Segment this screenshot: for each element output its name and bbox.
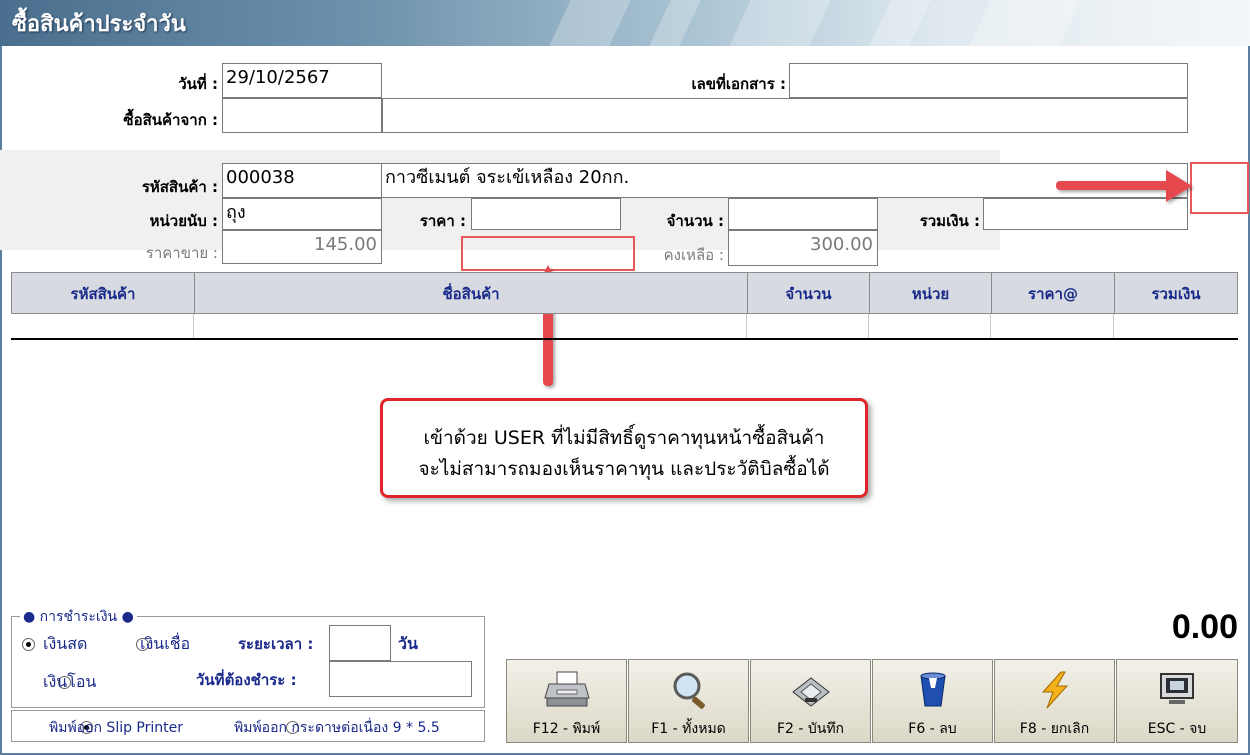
save-button-label: F2 - บันทึก: [776, 721, 845, 737]
trash-icon: [873, 670, 992, 718]
col-total[interactable]: รวมเงิน: [1115, 273, 1237, 313]
due-date-field[interactable]: [329, 661, 472, 697]
payment-legend: ● การชำระเงิน ●: [20, 606, 137, 628]
save-button[interactable]: F2 - บันทึก: [750, 659, 871, 743]
slip-printer-label[interactable]: พิมพ์ออก Slip Printer: [49, 717, 183, 739]
table-row[interactable]: [11, 314, 1238, 340]
cash-radio[interactable]: [22, 638, 35, 651]
monitor-icon: [1117, 670, 1237, 718]
due-date-label: วันที่ต้องชำระ :: [196, 671, 297, 689]
arrow-right-head: [1166, 170, 1192, 202]
warning-callout: เข้าด้วย USER ที่ไม่มีสิทธิ์ดูราคาทุนหน้…: [380, 398, 868, 498]
col-code[interactable]: รหัสสินค้า: [12, 273, 195, 313]
grand-total: 0.00: [1171, 608, 1238, 646]
delete-button-label: F6 - ลบ: [908, 721, 957, 737]
credit-label[interactable]: เงินเชื่อ: [140, 632, 190, 657]
period-field[interactable]: [329, 625, 391, 661]
disk-icon: [751, 670, 870, 718]
col-qty[interactable]: จำนวน: [748, 273, 870, 313]
delete-button[interactable]: F6 - ลบ: [872, 659, 993, 743]
exit-button-label: ESC - จบ: [1147, 721, 1207, 737]
period-unit: วัน: [398, 634, 418, 653]
period-label: ระยะเวลา :: [238, 635, 314, 653]
magnifier-icon: [629, 670, 748, 718]
cancel-button[interactable]: F8 - ยกเลิก: [994, 659, 1115, 743]
arrow-right-shaft: [1056, 181, 1170, 190]
show-all-button-label: F1 - ทั้งหมด: [651, 721, 726, 737]
printer-icon: [507, 670, 626, 718]
callout-line-1: เข้าด้วย USER ที่ไม่มีสิทธิ์ดูราคาทุนหน้…: [423, 427, 825, 449]
cancel-button-label: F8 - ยกเลิก: [1019, 721, 1090, 737]
continuous-paper-label[interactable]: พิมพ์ออก กระดาษต่อเนื่อง 9 * 5.5: [234, 717, 440, 739]
print-button[interactable]: F12 - พิมพ์: [506, 659, 627, 743]
grid-header: รหัสสินค้า ชื่อสินค้า จำนวน หน่วย ราคา@ …: [11, 272, 1238, 314]
print-button-label: F12 - พิมพ์: [532, 721, 601, 737]
col-name[interactable]: ชื่อสินค้า: [195, 273, 748, 313]
cash-label[interactable]: เงินสด: [43, 632, 87, 657]
show-all-button[interactable]: F1 - ทั้งหมด: [628, 659, 749, 743]
lightning-icon: [995, 670, 1114, 718]
col-price[interactable]: ราคา@: [992, 273, 1115, 313]
exit-button[interactable]: ESC - จบ: [1116, 659, 1238, 743]
transfer-label[interactable]: เงินโอน: [43, 670, 96, 695]
col-unit[interactable]: หน่วย: [870, 273, 992, 313]
callout-line-2: จะไม่สามารถมองเห็นราคาทุน และประวัติบิลซ…: [418, 458, 830, 480]
